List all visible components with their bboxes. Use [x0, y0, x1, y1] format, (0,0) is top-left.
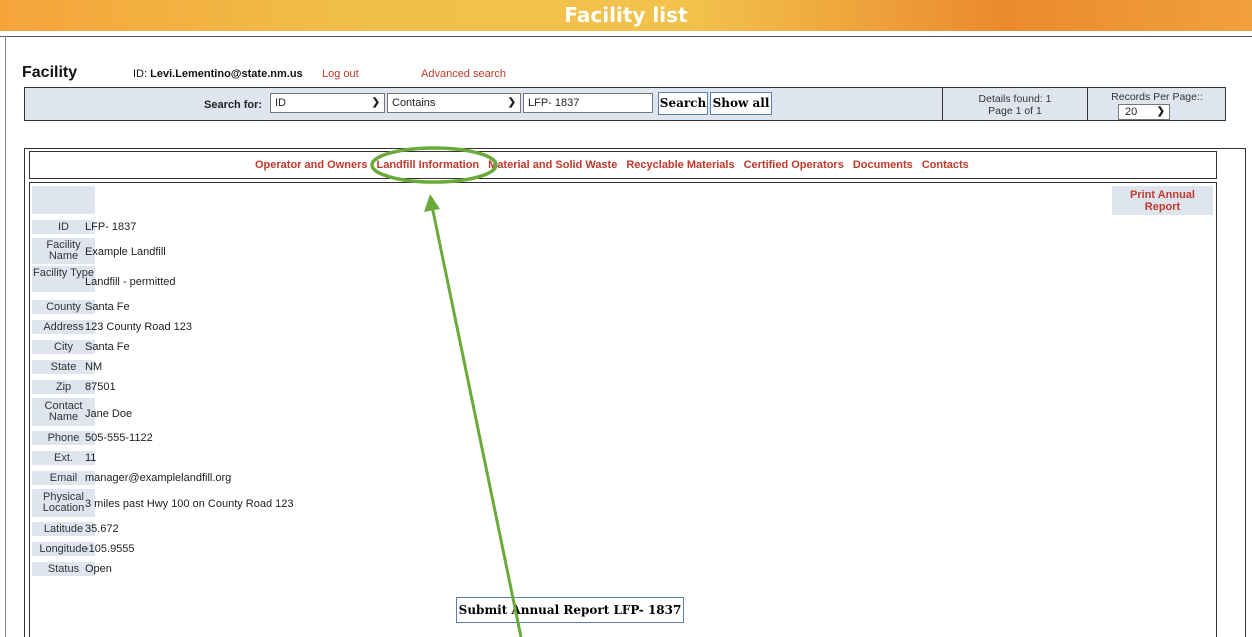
user-id-prefix: ID:	[133, 68, 151, 80]
detail-value: 11	[85, 452, 97, 464]
detail-value: 505-555-1122	[85, 432, 153, 444]
window-title: Facility list	[0, 0, 1252, 31]
detail-value: 87501	[85, 381, 116, 393]
show-all-button[interactable]: Show all	[710, 92, 772, 115]
details-found: Details found: 1 Page 1 of 1	[961, 93, 1069, 117]
tab-operator-and-owners[interactable]: Operator and Owners	[255, 159, 367, 171]
records-per-page-value: 20	[1125, 106, 1138, 118]
detail-value: -105.9555	[85, 543, 135, 555]
search-field-value: ID	[275, 97, 286, 109]
search-input[interactable]: LFP- 1837	[523, 93, 653, 113]
search-bar: Search for: ID ❯ Contains ❯ LFP- 1837 Se…	[24, 87, 1226, 121]
detail-value: 3 miles past Hwy 100 on County Road 123	[85, 498, 294, 510]
print-annual-report-button[interactable]: Print Annual Report	[1112, 186, 1213, 215]
tab-contacts[interactable]: Contacts	[922, 159, 969, 171]
detail-value: LFP- 1837	[85, 221, 137, 233]
tab-certified-operators[interactable]: Certified Operators	[744, 159, 844, 171]
details-panel	[29, 182, 1217, 637]
records-per-page-select[interactable]: 20 ❯	[1118, 104, 1170, 120]
chevron-down-icon: ❯	[507, 97, 516, 108]
chevron-down-icon: ❯	[371, 97, 380, 108]
frame-border	[5, 36, 6, 637]
submit-annual-report-button[interactable]: Submit Annual Report LFP- 1837	[456, 597, 684, 623]
detail-value: 35.672	[85, 523, 119, 535]
search-field-select[interactable]: ID ❯	[270, 93, 385, 113]
search-operator-select[interactable]: Contains ❯	[387, 93, 521, 113]
detail-value: manager@examplelandfill.org	[85, 472, 232, 484]
search-for-label: Search for:	[204, 99, 263, 111]
header-cell	[32, 186, 95, 214]
details-found-text: Details found: 1	[978, 93, 1052, 105]
search-operator-value: Contains	[392, 97, 436, 109]
title-divider	[0, 36, 1252, 37]
tab-documents[interactable]: Documents	[853, 159, 913, 171]
detail-value: Santa Fe	[85, 341, 130, 353]
detail-value: Santa Fe	[85, 301, 130, 313]
tab-material-and-solid-waste[interactable]: Material and Solid Waste	[488, 159, 617, 171]
chevron-down-icon: ❯	[1156, 106, 1165, 117]
detail-value: Landfill - permitted	[85, 276, 176, 288]
detail-value: 123 County Road 123	[85, 321, 193, 333]
facility-tabs: Operator and Owners Landfill Information M…	[255, 159, 978, 171]
records-per-page-label: Records Per Page::	[1111, 91, 1203, 103]
user-id-label: ID: Levi.Lementino@state.nm.us	[133, 68, 303, 80]
detail-value: Example Landfill	[85, 246, 166, 258]
divider	[942, 88, 943, 120]
detail-value: NM	[85, 361, 103, 373]
detail-value: Jane Doe	[85, 408, 133, 420]
page-info-text: Page 1 of 1	[988, 105, 1042, 117]
search-button[interactable]: Search	[658, 92, 708, 115]
tab-landfill-information[interactable]: Landfill Information	[376, 159, 479, 171]
logout-link[interactable]: Log out	[322, 68, 359, 80]
page-heading: Facility	[22, 64, 78, 81]
detail-value: Open	[85, 563, 112, 575]
tab-recyclable-materials[interactable]: Recyclable Materials	[626, 159, 734, 171]
user-id-value: Levi.Lementino@state.nm.us	[150, 68, 303, 80]
advanced-search-link[interactable]: Advanced search	[421, 68, 506, 80]
